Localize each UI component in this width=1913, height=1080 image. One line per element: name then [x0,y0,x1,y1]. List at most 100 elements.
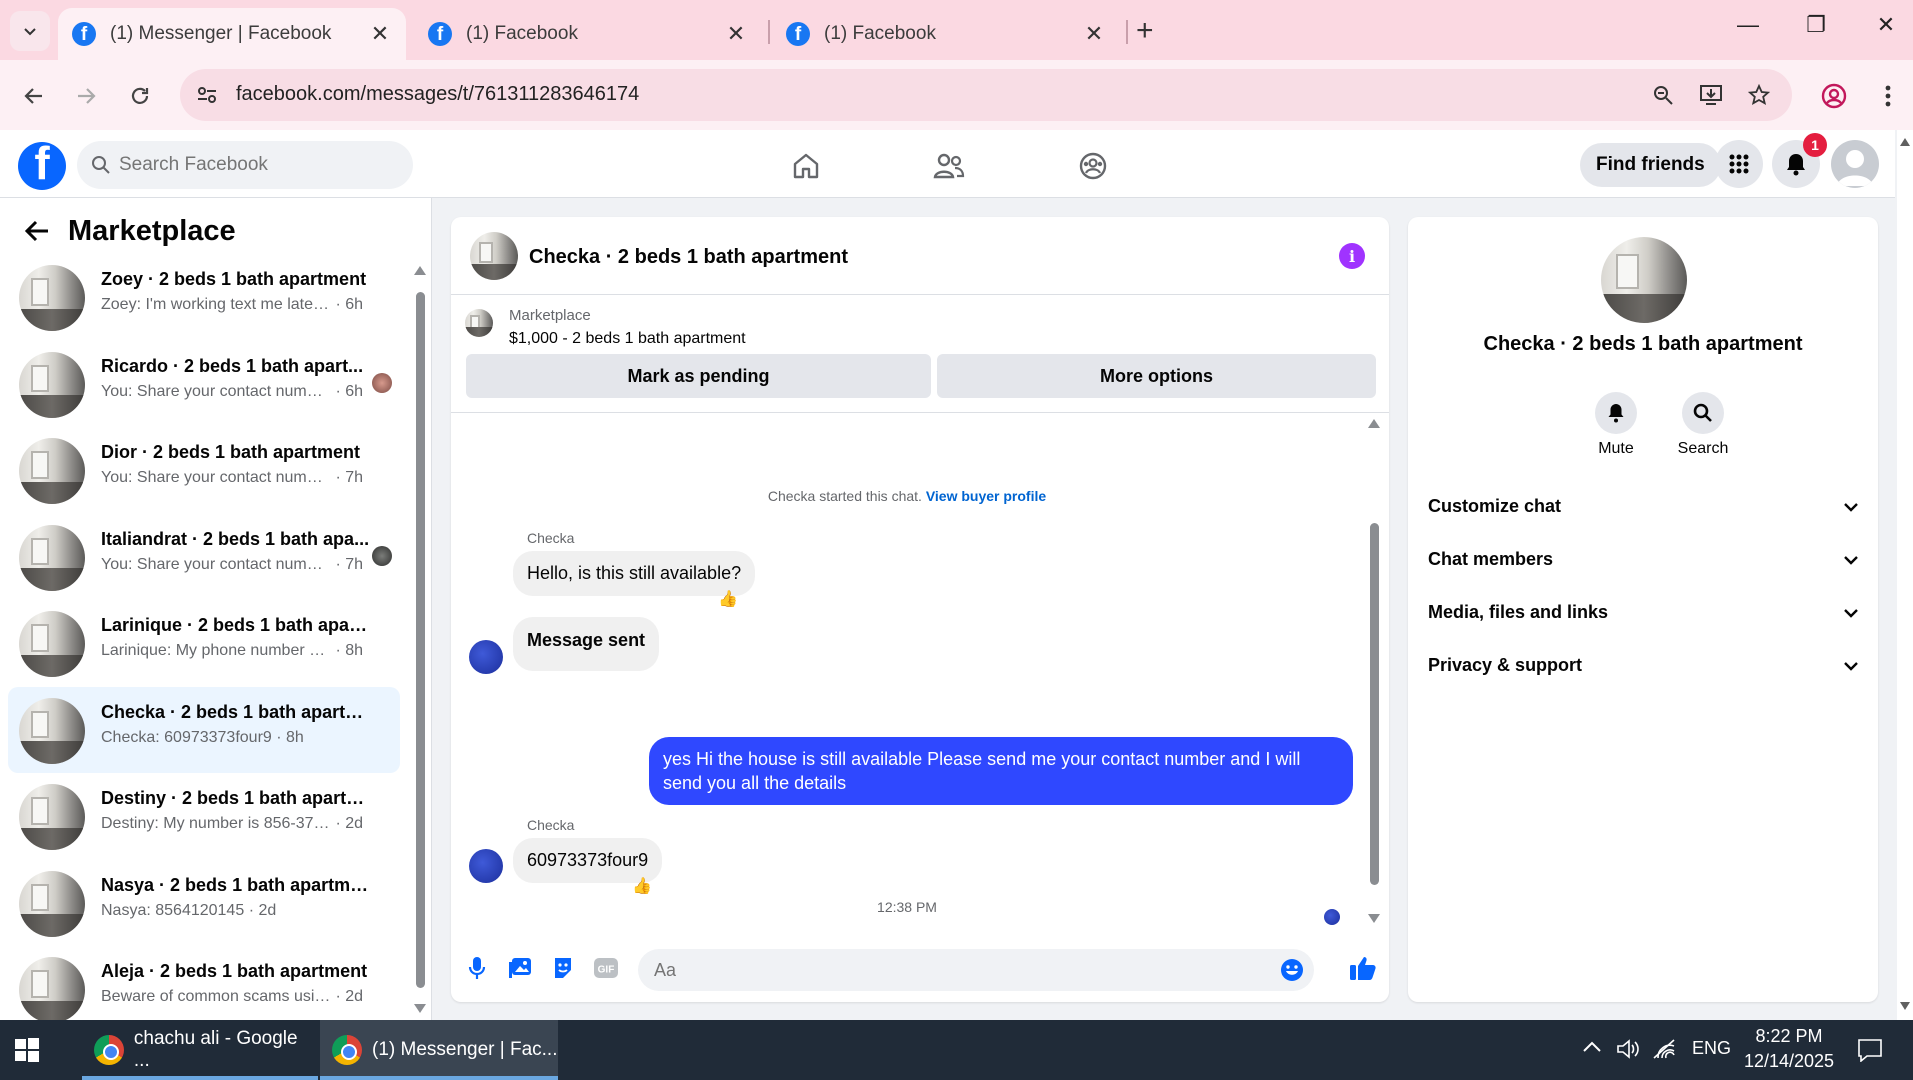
mark-as-pending-button[interactable]: Mark as pending [466,354,931,398]
conversation-item-nasya[interactable]: Nasya · 2 beds 1 bath apartment Nasya: 8… [8,860,400,947]
facebook-favicon-icon: f [428,22,452,46]
scroll-down-icon [414,1004,426,1013]
forward-arrow-icon[interactable] [68,78,104,114]
thumbs-up-like-icon[interactable] [1349,954,1377,982]
more-options-button[interactable]: More options [937,354,1376,398]
message-timestamp: 12:38 PM [877,899,937,915]
browser-tab-messenger[interactable]: f (1) Messenger | Facebook ✕ [58,8,406,60]
incoming-message[interactable]: Message sent [513,617,660,671]
conversation-item-ricardo[interactable]: Ricardo · 2 beds 1 bath apart... You: Sh… [8,341,400,428]
listing-thumbnail [19,697,85,764]
listing-price-title[interactable]: $1,000 - 2 beds 1 bath apartment [509,330,746,348]
chevron-down-icon [1844,556,1858,565]
conversation-item-dior[interactable]: Dior · 2 beds 1 bath apartment You: Shar… [8,427,400,514]
bookmark-star-icon[interactable] [1746,82,1772,108]
microphone-icon[interactable] [463,954,491,982]
taskbar-running-indicator [320,1076,558,1080]
conversation-item-italiandrat[interactable]: Italiandrat · 2 beds 1 bath apa... You: … [8,514,400,601]
site-settings-icon[interactable] [194,82,220,108]
close-tab-icon[interactable]: ✕ [724,21,748,47]
details-avatar[interactable] [1601,237,1687,323]
message-text-field[interactable] [654,949,1234,991]
conversation-avatar[interactable] [470,232,518,280]
account-avatar[interactable] [1831,140,1879,188]
tab-search-button[interactable] [10,11,50,51]
search-input[interactable] [119,141,399,189]
close-tab-icon[interactable]: ✕ [368,21,392,47]
input-language[interactable]: ENG [1692,1038,1731,1059]
conversation-item-destiny[interactable]: Destiny · 2 beds 1 bath apartment Destin… [8,773,400,860]
zoom-icon[interactable] [1650,82,1676,108]
tab-title: (1) Facebook [466,23,578,44]
minimize-icon[interactable]: — [1728,12,1768,38]
action-center-icon[interactable] [1857,1038,1883,1067]
windows-start-icon[interactable] [14,1020,58,1080]
facebook-logo-icon[interactable]: f [18,142,66,190]
system-clock[interactable]: 8:22 PM 12/14/2025 [1740,1026,1838,1072]
privacy-support-section[interactable]: Privacy & support [1408,641,1878,694]
media-files-links-section[interactable]: Media, files and links [1408,588,1878,641]
sender-name: Checka [527,817,575,833]
mute-label: Mute [1598,440,1634,457]
friends-icon[interactable] [929,146,969,186]
show-hidden-icons-icon[interactable] [1582,1038,1602,1059]
facebook-header: f Find friends 1 [0,130,1895,198]
mute-button[interactable]: Mute [1581,392,1651,458]
message-input[interactable] [638,949,1314,991]
conversation-preview: You: Share your contact number... · 6h [101,382,364,400]
close-tab-icon[interactable]: ✕ [1082,21,1106,47]
tab-title: (1) Facebook [824,23,936,44]
find-friends-button[interactable]: Find friends [1580,143,1721,187]
scrollbar-thumb[interactable] [1370,523,1379,885]
taskbar-chrome-window-2[interactable]: (1) Messenger | Fac... [320,1020,558,1080]
conversation-title[interactable]: Checka · 2 beds 1 bath apartment [529,246,848,269]
info-icon[interactable]: i [1339,243,1365,269]
back-arrow-icon[interactable] [24,218,50,250]
address-bar[interactable]: facebook.com/messages/t/761311283646174 [180,69,1792,121]
emoji-icon[interactable] [1280,958,1304,982]
photo-gallery-icon[interactable] [506,954,534,982]
sidebar-scrollbar[interactable] [414,266,426,1013]
browser-menu-icon[interactable] [1870,78,1906,114]
conversation-item-checka[interactable]: Checka · 2 beds 1 bath apartment Checka:… [8,686,400,773]
network-icon[interactable] [1652,1038,1678,1065]
search-conversation-button[interactable]: Search [1668,392,1738,458]
home-icon[interactable] [786,146,826,186]
chat-members-section[interactable]: Chat members [1408,535,1878,588]
outgoing-message[interactable]: yes Hi the house is still available Plea… [649,737,1353,805]
conversation-item-zoey[interactable]: Zoey · 2 beds 1 bath apartment Zoey: I'm… [8,254,400,341]
page-scrollbar[interactable] [1897,130,1913,1020]
install-app-icon[interactable] [1698,82,1724,108]
scrollbar-thumb[interactable] [416,292,425,988]
menu-grid-icon[interactable] [1715,140,1763,188]
section-label: Media, files and links [1428,602,1609,622]
groups-icon[interactable] [1073,146,1113,186]
conversation-item-larinique[interactable]: Larinique · 2 beds 1 bath apart... Larin… [8,600,400,687]
conversation-header: Checka · 2 beds 1 bath apartment i [451,217,1389,295]
customize-chat-section[interactable]: Customize chat [1408,482,1878,535]
sticker-icon[interactable] [549,954,577,982]
message-thread: Checka started this chat. View buyer pro… [451,413,1389,928]
volume-icon[interactable] [1616,1038,1640,1065]
close-window-icon[interactable]: ✕ [1866,12,1906,38]
view-buyer-profile-link[interactable]: View buyer profile [926,488,1046,504]
browser-tab-facebook-1[interactable]: f (1) Facebook ✕ [414,8,762,60]
restore-icon[interactable]: ❐ [1796,12,1836,38]
sender-avatar[interactable] [469,849,503,883]
sender-avatar[interactable] [469,640,503,674]
new-tab-button[interactable]: + [1136,14,1154,48]
thumbs-up-reaction-icon[interactable]: 👍 [632,876,652,896]
taskbar-chrome-window-1[interactable]: chachu ali - Google ... [82,1020,318,1080]
facebook-search[interactable] [77,141,413,189]
profile-icon[interactable] [1816,78,1852,114]
reload-icon[interactable] [122,78,158,114]
conversation-preview: Checka: 60973373four9 · 8h [101,728,304,746]
thread-scrollbar[interactable] [1366,413,1382,928]
listing-thumbnail [19,870,85,937]
browser-tab-facebook-2[interactable]: f (1) Facebook ✕ [772,8,1120,60]
conversation-preview: You: Share your contact number a... · 7h [101,469,364,486]
conversation-name: Ricardo · 2 beds 1 bath apart... [101,355,364,376]
gif-icon[interactable]: GIF [592,954,620,982]
back-arrow-icon[interactable] [16,78,52,114]
thumbs-up-reaction-icon[interactable]: 👍 [718,589,738,609]
